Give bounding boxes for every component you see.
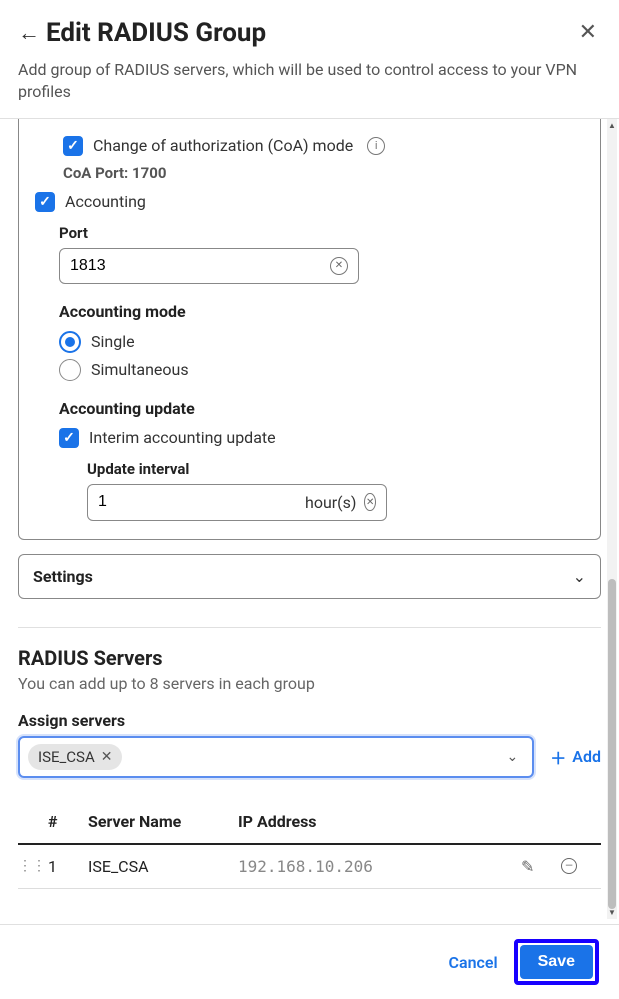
info-icon[interactable]: i (367, 137, 385, 155)
interval-label: Update interval (87, 460, 584, 478)
col-name: Server Name (88, 812, 238, 831)
radius-servers-heading: RADIUS Servers (18, 646, 601, 670)
interim-checkbox[interactable] (59, 428, 79, 448)
col-ip: IP Address (238, 812, 521, 831)
plus-icon: ＋ (550, 745, 566, 769)
coa-port-text: CoA Port: 1700 (63, 164, 584, 182)
save-button-highlight: Save (514, 939, 599, 985)
interval-unit: hour(s) (305, 493, 356, 512)
interval-input[interactable] (98, 493, 305, 511)
scroll-down-icon[interactable]: ▼ (607, 908, 617, 917)
footer: Cancel Save (0, 924, 619, 999)
accounting-panel: Change of authorization (CoA) mode i CoA… (18, 119, 601, 540)
radio-single[interactable] (59, 331, 81, 353)
accounting-mode-label: Accounting mode (59, 302, 584, 321)
radio-single-label: Single (91, 332, 135, 351)
servers-table: # Server Name IP Address ⋮⋮ 1 ISE_CSA 19… (18, 800, 601, 889)
scroll-up-icon[interactable]: ▲ (607, 121, 617, 130)
page-title: Edit RADIUS Group (46, 18, 266, 48)
close-icon[interactable]: ✕ (575, 16, 601, 49)
row-num: 1 (48, 857, 88, 876)
interval-input-wrap: hour(s) ✕ (87, 484, 387, 521)
scrollbar[interactable]: ▲ ▼ (607, 119, 617, 919)
save-button[interactable]: Save (520, 945, 593, 979)
assign-label: Assign servers (18, 711, 601, 730)
page-subtitle: Add group of RADIUS servers, which will … (0, 57, 619, 119)
accounting-update-label: Accounting update (59, 399, 584, 418)
add-label: Add (572, 747, 601, 766)
divider (18, 627, 601, 628)
clear-interval-icon[interactable]: ✕ (364, 493, 376, 511)
settings-label: Settings (33, 567, 93, 586)
chevron-down-icon: ⌄ (501, 749, 525, 765)
settings-accordion[interactable]: Settings ⌄ (18, 554, 601, 599)
scrollbar-thumb[interactable] (608, 579, 616, 909)
port-label: Port (59, 224, 584, 242)
col-num: # (48, 812, 88, 831)
chevron-down-icon: ⌄ (573, 567, 586, 586)
clear-port-icon[interactable]: ✕ (330, 257, 348, 275)
row-name: ISE_CSA (88, 857, 238, 876)
coa-checkbox[interactable] (63, 136, 83, 156)
coa-label: Change of authorization (CoA) mode (93, 136, 353, 155)
cancel-button[interactable]: Cancel (449, 953, 498, 972)
radio-simultaneous-label: Simultaneous (91, 360, 189, 379)
server-chip: ISE_CSA ✕ (28, 744, 122, 770)
port-input-wrap: ✕ (59, 248, 359, 284)
remove-icon[interactable]: — (561, 858, 577, 874)
radio-simultaneous[interactable] (59, 359, 81, 381)
row-ip: 192.168.10.206 (238, 857, 521, 876)
accounting-checkbox[interactable] (35, 192, 55, 212)
assign-servers-select[interactable]: ISE_CSA ✕ ⌄ (18, 736, 534, 778)
chip-remove-icon[interactable]: ✕ (101, 749, 113, 765)
interim-label: Interim accounting update (89, 428, 276, 447)
add-server-button[interactable]: ＋ Add (550, 745, 601, 769)
chip-label: ISE_CSA (38, 748, 95, 766)
edit-icon[interactable]: ✎ (521, 857, 561, 876)
accounting-label: Accounting (65, 192, 146, 211)
port-input[interactable] (70, 257, 330, 275)
table-row: ⋮⋮ 1 ISE_CSA 192.168.10.206 ✎ — (18, 845, 601, 889)
radius-servers-subtext: You can add up to 8 servers in each grou… (18, 674, 601, 693)
drag-handle-icon[interactable]: ⋮⋮ (18, 858, 48, 874)
back-arrow-icon[interactable]: ← (18, 20, 40, 46)
